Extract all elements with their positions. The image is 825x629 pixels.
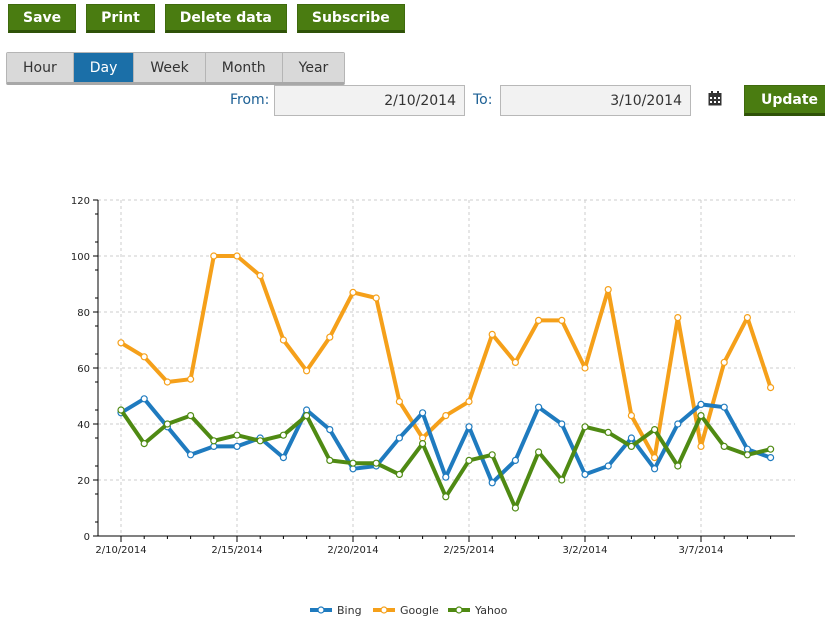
data-point-google bbox=[279, 336, 287, 344]
data-point-bing bbox=[442, 473, 450, 481]
data-point-bing bbox=[581, 470, 589, 478]
data-point-bing bbox=[674, 420, 682, 428]
data-point-bing bbox=[720, 403, 728, 411]
data-point-google bbox=[650, 454, 659, 462]
y-tick-label: 120 bbox=[71, 196, 90, 207]
data-point-google bbox=[627, 412, 636, 420]
y-tick-label: 100 bbox=[71, 252, 90, 263]
series-line-google bbox=[119, 254, 773, 460]
data-point-bing bbox=[326, 426, 334, 434]
data-point-google bbox=[674, 314, 682, 322]
data-point-google bbox=[743, 314, 752, 322]
data-point-bing bbox=[627, 434, 636, 442]
data-point-google bbox=[303, 367, 311, 375]
data-point-bing bbox=[766, 454, 775, 462]
data-point-yahoo bbox=[279, 431, 287, 439]
data-point-yahoo bbox=[210, 437, 218, 445]
data-point-yahoo bbox=[303, 412, 311, 420]
data-point-google bbox=[465, 398, 473, 406]
data-point-bing bbox=[604, 462, 612, 470]
data-point-yahoo bbox=[256, 437, 264, 445]
y-tick-label: 60 bbox=[77, 364, 90, 375]
y-tick-label: 80 bbox=[77, 308, 90, 319]
data-point-yahoo bbox=[720, 442, 728, 450]
y-tick-label: 20 bbox=[77, 476, 90, 487]
legend-label-google: Google bbox=[400, 604, 439, 617]
x-tick-label: 2/15/2014 bbox=[211, 545, 262, 556]
data-point-yahoo bbox=[326, 456, 334, 464]
data-point-bing bbox=[558, 420, 566, 428]
data-point-google bbox=[558, 316, 566, 324]
data-point-google bbox=[117, 339, 125, 347]
data-point-google bbox=[326, 333, 334, 341]
data-point-yahoo bbox=[233, 431, 241, 439]
data-point-google bbox=[140, 353, 148, 361]
data-point-google bbox=[720, 358, 728, 366]
data-point-yahoo bbox=[372, 459, 380, 467]
x-tick-label: 2/10/2014 bbox=[95, 545, 146, 556]
legend-label-bing: Bing bbox=[337, 604, 362, 617]
data-point-google bbox=[488, 330, 496, 338]
data-point-bing bbox=[419, 409, 427, 417]
legend-marker-bing bbox=[317, 606, 325, 614]
y-tick-label: 0 bbox=[84, 532, 90, 543]
data-point-bing bbox=[395, 434, 403, 442]
data-point-yahoo bbox=[395, 470, 403, 478]
data-point-yahoo bbox=[511, 504, 520, 512]
data-point-google bbox=[697, 442, 705, 450]
legend-marker-google bbox=[380, 606, 388, 614]
data-point-yahoo bbox=[766, 445, 775, 453]
data-point-google bbox=[511, 358, 520, 366]
data-point-bing bbox=[488, 479, 496, 487]
data-point-google bbox=[604, 286, 612, 294]
data-point-google bbox=[395, 398, 403, 406]
data-point-bing bbox=[140, 395, 148, 403]
data-point-google bbox=[187, 375, 195, 383]
data-point-yahoo bbox=[349, 459, 357, 467]
data-point-yahoo bbox=[674, 462, 682, 470]
legend-marker-yahoo bbox=[455, 606, 463, 614]
data-point-yahoo bbox=[187, 412, 195, 420]
data-point-yahoo bbox=[534, 448, 543, 456]
data-point-google bbox=[766, 384, 775, 392]
data-point-yahoo bbox=[604, 428, 612, 436]
data-point-yahoo bbox=[140, 440, 148, 448]
data-point-bing bbox=[279, 454, 287, 462]
data-point-yahoo bbox=[163, 420, 171, 428]
data-point-yahoo bbox=[117, 406, 125, 414]
data-point-google bbox=[581, 364, 589, 372]
data-point-yahoo bbox=[558, 476, 566, 484]
data-point-yahoo bbox=[743, 451, 752, 459]
x-tick-label: 2/20/2014 bbox=[327, 545, 378, 556]
data-point-google bbox=[372, 294, 380, 302]
line-chart: 0 20 40 60 80 100 120 2/10/2014 2/15/2014 2/20/20… bbox=[71, 196, 795, 617]
data-point-google bbox=[256, 272, 264, 280]
data-point-google bbox=[349, 288, 357, 296]
x-tick-label: 3/7/2014 bbox=[679, 545, 724, 556]
data-point-yahoo bbox=[581, 423, 589, 431]
data-point-bing bbox=[697, 400, 705, 408]
data-point-google bbox=[210, 252, 218, 260]
data-point-google bbox=[233, 252, 241, 260]
data-point-bing bbox=[465, 423, 473, 431]
data-point-yahoo bbox=[419, 440, 427, 448]
data-point-bing bbox=[650, 465, 659, 473]
legend-label-yahoo: Yahoo bbox=[474, 604, 508, 617]
data-point-bing bbox=[187, 451, 195, 459]
y-tick-label: 40 bbox=[77, 420, 90, 431]
x-tick-label: 3/2/2014 bbox=[563, 545, 608, 556]
data-point-bing bbox=[233, 442, 241, 450]
data-point-yahoo bbox=[650, 426, 659, 434]
data-point-yahoo bbox=[465, 456, 473, 464]
data-point-yahoo bbox=[488, 451, 496, 459]
x-tick-label: 2/25/2014 bbox=[443, 545, 494, 556]
data-point-yahoo bbox=[697, 412, 705, 420]
data-point-bing bbox=[534, 403, 543, 411]
data-point-google bbox=[442, 412, 450, 420]
data-point-yahoo bbox=[442, 493, 450, 501]
data-point-bing bbox=[511, 456, 520, 464]
data-point-google bbox=[534, 316, 543, 324]
data-point-yahoo bbox=[627, 442, 636, 450]
data-point-google bbox=[163, 378, 171, 386]
